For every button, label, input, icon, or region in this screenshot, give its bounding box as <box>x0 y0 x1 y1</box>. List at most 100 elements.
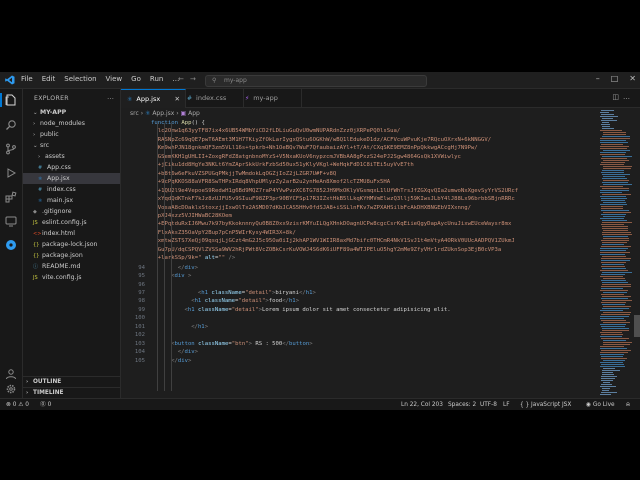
minimap-line <box>601 280 626 281</box>
indentation[interactable]: Spaces: 2 <box>448 399 476 410</box>
tree-item-label: App.css <box>47 164 71 171</box>
vscode-window: File Edit Selection View Go Run … ← → ⚲ … <box>0 72 640 410</box>
split-editor-icon[interactable]: ◫ <box>612 93 623 101</box>
remote-explorer-icon[interactable] <box>5 215 17 227</box>
file-item[interactable]: ◆ .gitignore <box>23 206 120 217</box>
encoding[interactable]: UTF-8 <box>480 399 497 410</box>
breadcrumb-src[interactable]: src <box>130 110 139 117</box>
tree-item-label: README.md <box>42 263 81 270</box>
minimap-line <box>603 160 629 161</box>
line-number: 101 <box>134 323 145 330</box>
command-center-text: my-app <box>224 77 247 84</box>
minimap-line <box>602 242 627 243</box>
folder-item[interactable]: › node_modules <box>23 118 120 129</box>
more-actions-icon[interactable]: … <box>623 93 634 101</box>
file-item[interactable]: # App.css <box>23 162 120 173</box>
minimap-line <box>602 128 614 129</box>
menu-bar: File Edit Selection View Go Run … <box>21 75 179 83</box>
notifications-bell-icon[interactable]: ⍾ <box>626 399 630 410</box>
minimap-line <box>600 318 624 319</box>
file-item[interactable]: JS eslint.config.js <box>23 217 120 228</box>
file-item[interactable]: ⚛ main.jsx <box>23 195 120 206</box>
extensions-icon[interactable] <box>5 191 17 203</box>
minimap[interactable] <box>598 108 633 398</box>
minimap-line <box>602 122 609 123</box>
minimap-line <box>600 112 609 113</box>
minimap-line <box>600 366 625 367</box>
minimap-line <box>601 224 624 225</box>
minimap-line <box>600 250 626 251</box>
explorer-icon[interactable] <box>5 94 17 106</box>
explorer-more-icon[interactable]: … <box>107 93 114 101</box>
minimap-line <box>601 110 614 111</box>
folder-item[interactable]: ⌄ MY-APP <box>23 107 120 118</box>
code-editor[interactable]: function App() { lc2Omw1q63yyTF87ix4x6UB… <box>121 119 601 398</box>
tab-app-jsx[interactable]: ⚛ App.jsx ✕ <box>121 89 186 108</box>
file-item[interactable]: JS vite.config.js <box>23 272 120 283</box>
react-icon[interactable] <box>5 239 17 251</box>
breadcrumb-file[interactable]: App.jsx <box>152 110 174 117</box>
code-line: <h1 className="detail">food</h1> <box>191 298 300 305</box>
minimap-line <box>601 334 623 335</box>
folder-item[interactable]: › public <box>23 129 120 140</box>
activity-bar <box>0 89 23 398</box>
scrollbar-thumb[interactable] <box>634 315 640 337</box>
maximize-button[interactable]: □ <box>611 74 619 83</box>
line-number: 100 <box>134 315 145 322</box>
tab-my-app[interactable]: ⚡ my-app <box>239 89 302 107</box>
tab-index-css[interactable]: # index.css <box>181 89 244 107</box>
minimap-line <box>602 156 632 157</box>
minimap-line <box>601 338 629 339</box>
file-item[interactable]: {} package-lock.json <box>23 239 120 250</box>
settings-gear-icon[interactable] <box>5 383 17 395</box>
tree-item-label: eslint.config.js <box>42 219 87 226</box>
tree-item-label: node_modules <box>40 120 85 127</box>
command-center-search[interactable]: ⚲ my-app <box>205 75 427 87</box>
menu-file[interactable]: File <box>21 75 33 83</box>
minimap-line <box>602 234 632 235</box>
code-line: </div> <box>177 349 199 356</box>
minimap-line <box>601 258 631 259</box>
tree-item-label: vite.config.js <box>42 274 82 281</box>
end-of-line[interactable]: LF <box>503 399 510 410</box>
minimap-line <box>603 360 625 361</box>
minimap-line <box>600 142 628 143</box>
go-live-button[interactable]: ◉ Go Live <box>586 399 615 410</box>
minimap-line <box>603 344 630 345</box>
language-mode[interactable]: { } JavaScript JSX <box>520 399 571 410</box>
ports-indicator[interactable]: ⓪ 0 <box>40 399 51 410</box>
menu-go[interactable]: Go <box>131 75 141 83</box>
code-line: +EPqtduRxIJ6Mwu7k97byKkoknnnyQu0B8Z0xx9z… <box>151 221 512 228</box>
menu-edit[interactable]: Edit <box>42 75 56 83</box>
folder-item[interactable]: ⌄ src <box>23 140 120 151</box>
file-item[interactable]: {} package.json <box>23 250 120 261</box>
file-item[interactable]: # index.css <box>23 184 120 195</box>
account-icon[interactable] <box>5 368 17 380</box>
minimap-line <box>601 214 626 215</box>
minimize-button[interactable]: – <box>596 74 600 83</box>
close-tab-icon[interactable]: ✕ <box>175 90 180 108</box>
minimap-line <box>600 138 630 139</box>
close-window-button[interactable]: ✕ <box>629 74 636 83</box>
minimap-line <box>600 354 624 355</box>
tree-item-label: assets <box>45 153 65 160</box>
search-icon[interactable] <box>5 119 17 131</box>
forward-arrow-icon[interactable]: → <box>190 75 196 83</box>
file-item[interactable]: ⚛ App.jsx <box>23 173 120 184</box>
file-item[interactable]: <>index.html <box>23 228 120 239</box>
vertical-scrollbar[interactable] <box>634 108 640 398</box>
problems-indicator[interactable]: ⊗ 0 ⚠ 0 <box>6 399 29 410</box>
menu-selection[interactable]: Selection <box>64 75 96 83</box>
minimap-line <box>601 172 624 173</box>
menu-run[interactable]: Run <box>150 75 163 83</box>
folder-item[interactable]: › assets <box>23 151 120 162</box>
file-item[interactable]: ⓘ README.md <box>23 261 120 272</box>
menu-view[interactable]: View <box>106 75 123 83</box>
minimap-line <box>602 300 632 301</box>
breadcrumb-symbol[interactable]: App <box>188 110 200 117</box>
minimap-line <box>602 228 628 229</box>
run-debug-icon[interactable] <box>5 167 17 179</box>
back-arrow-icon[interactable]: ← <box>178 75 184 83</box>
cursor-position[interactable]: Ln 22, Col 203 <box>401 399 443 410</box>
source-control-icon[interactable] <box>5 143 17 155</box>
